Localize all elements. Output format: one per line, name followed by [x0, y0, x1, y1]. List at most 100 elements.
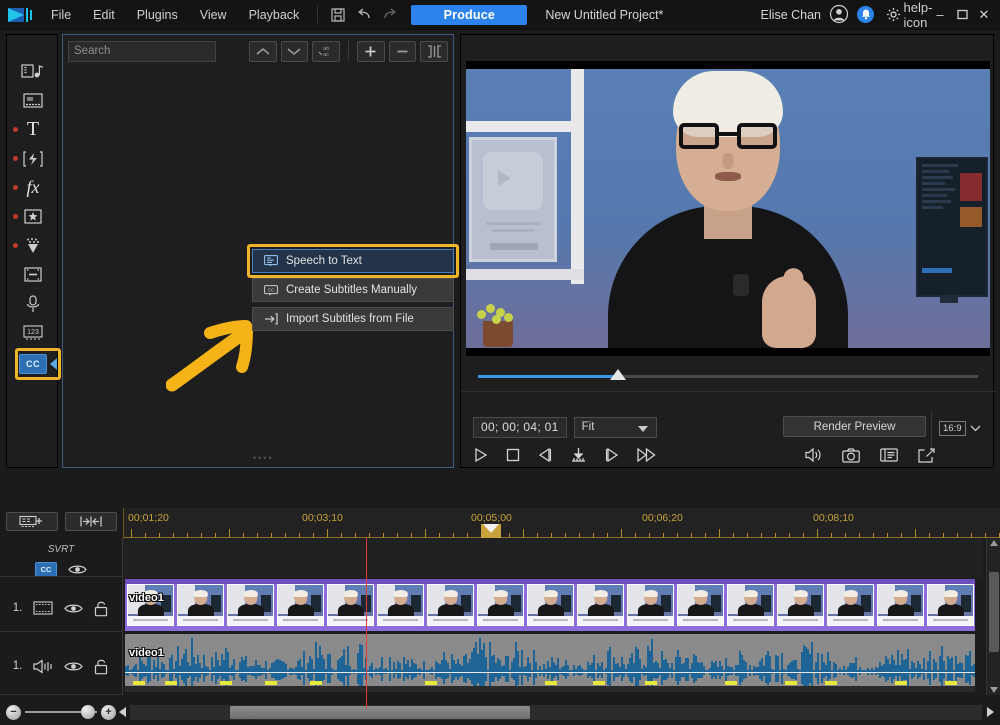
plaque-prop: [469, 137, 557, 262]
video-track-icon[interactable]: [33, 601, 53, 615]
sidebar-item-media-library[interactable]: [7, 57, 59, 86]
prev-frame-icon[interactable]: [537, 447, 553, 463]
scrollbar-thumb[interactable]: [230, 706, 530, 719]
search-input[interactable]: [74, 45, 228, 57]
timeline-vertical-scrollbar[interactable]: [986, 538, 1000, 695]
help-icon[interactable]: help-icon: [908, 2, 928, 28]
maximize-button[interactable]: [952, 2, 972, 28]
timeline-ruler[interactable]: 00;01;20 00;03;10 00;05;00 00;06;20 00;0…: [123, 508, 1000, 538]
sidebar-item-fx[interactable]: fx: [7, 173, 59, 202]
minimize-button[interactable]: –: [930, 2, 950, 28]
unlock-icon[interactable]: [94, 600, 109, 617]
scroll-left-button[interactable]: [116, 707, 128, 717]
ripple-edit-button[interactable]: [65, 512, 117, 531]
sidebar-item-voice-over[interactable]: [7, 289, 59, 318]
audio-track-icon[interactable]: [33, 659, 53, 674]
menu-playback[interactable]: Playback: [238, 0, 311, 30]
unlock-icon[interactable]: [94, 658, 109, 675]
sidebar-item-counter[interactable]: 123: [7, 318, 59, 347]
ruler-label: 00;08;10: [813, 512, 854, 524]
panel-grip[interactable]: ••••: [253, 453, 274, 463]
zoom-out-icon[interactable]: −: [6, 705, 21, 720]
scrubber-handle[interactable]: [610, 369, 626, 380]
svg-text:CC: CC: [267, 287, 274, 292]
menu-file[interactable]: File: [40, 0, 82, 30]
redo-icon[interactable]: [377, 2, 403, 28]
audio-lane-1[interactable]: video1: [123, 634, 983, 695]
bell-icon[interactable]: [857, 6, 874, 23]
thumbnail: [377, 584, 424, 626]
menu-view[interactable]: View: [189, 0, 238, 30]
scroll-right-button[interactable]: [984, 707, 996, 717]
produce-button[interactable]: Produce: [411, 5, 527, 25]
video-lane-1[interactable]: video1: [123, 579, 983, 633]
app-logo-icon[interactable]: [0, 0, 40, 30]
timeline-tracks[interactable]: video1 video1: [123, 538, 983, 695]
scroll-down-icon[interactable]: [990, 687, 998, 693]
eye-icon[interactable]: [64, 602, 83, 615]
split-button[interactable]: [420, 41, 448, 62]
speaker-icon[interactable]: [805, 447, 822, 463]
playhead-handle[interactable]: [481, 524, 501, 539]
render-preview-button[interactable]: Render Preview: [783, 416, 926, 437]
remove-button[interactable]: [389, 41, 417, 62]
eye-icon[interactable]: [68, 563, 87, 576]
menu-item-create-subtitles-manually[interactable]: CC Create Subtitles Manually: [252, 278, 454, 302]
sidebar-item-overlay[interactable]: [7, 202, 59, 231]
close-button[interactable]: ✕: [974, 2, 994, 28]
stop-icon[interactable]: [506, 448, 520, 462]
preview-scrubber[interactable]: [461, 365, 995, 389]
gear-icon[interactable]: [880, 2, 906, 28]
ruler-label: 00;03;10: [302, 512, 343, 524]
video-clip[interactable]: video1: [125, 579, 975, 631]
thumbnail: [927, 584, 974, 626]
person-subject: [598, 69, 858, 348]
user-avatar-icon[interactable]: [829, 4, 851, 26]
audio-clip[interactable]: video1: [125, 634, 975, 692]
video-preview[interactable]: [466, 61, 990, 356]
cc-icon[interactable]: CC: [35, 562, 57, 577]
add-button[interactable]: [357, 41, 385, 62]
sidebar-item-video-effects[interactable]: [7, 86, 59, 115]
split-icon: [427, 45, 442, 58]
next-frame-icon[interactable]: [604, 447, 620, 463]
menu-item-speech-to-text[interactable]: Speech to Text: [252, 249, 454, 273]
menu-edit[interactable]: Edit: [82, 0, 126, 30]
popout-icon[interactable]: [918, 448, 935, 463]
menu-item-import-subtitles-from-file[interactable]: Import Subtitles from File: [252, 307, 454, 331]
fast-forward-icon[interactable]: [637, 447, 656, 463]
undo-icon[interactable]: [351, 2, 377, 28]
sidebar-item-chroma-key[interactable]: [7, 260, 59, 289]
scrollbar-thumb[interactable]: [989, 572, 999, 652]
zoom-slider-handle[interactable]: [81, 705, 95, 719]
thumbnail: [777, 584, 824, 626]
menu-plugins[interactable]: Plugins: [126, 0, 189, 30]
zoom-in-icon[interactable]: +: [101, 705, 116, 720]
scroll-up-icon[interactable]: [990, 540, 998, 546]
move-down-button[interactable]: [281, 41, 309, 62]
track-header-subtitle[interactable]: CC: [0, 557, 122, 581]
sidebar-item-transition[interactable]: [7, 144, 59, 173]
save-icon[interactable]: [325, 2, 351, 28]
move-up-button[interactable]: [249, 41, 277, 62]
spell-check-button[interactable]: ab ac: [312, 41, 340, 62]
timecode-display[interactable]: 00; 00; 04; 01: [473, 417, 567, 438]
list-icon[interactable]: [880, 448, 898, 462]
sidebar-item-subtitle[interactable]: CC: [7, 349, 59, 378]
marker-icon[interactable]: [570, 447, 587, 463]
eye-icon[interactable]: [64, 660, 83, 673]
sidebar-item-particle[interactable]: [7, 231, 59, 260]
search-input-wrapper[interactable]: [68, 41, 216, 62]
subtitle-lane[interactable]: [123, 538, 983, 578]
track-header-audio-1[interactable]: 1.: [0, 635, 122, 697]
aspect-ratio-select[interactable]: 16:9: [939, 418, 989, 438]
track-header-video-1[interactable]: 1.: [0, 581, 122, 635]
track-manager-button[interactable]: [6, 512, 58, 531]
play-icon[interactable]: [473, 447, 489, 463]
zoom-slider[interactable]: [25, 711, 97, 713]
camera-icon[interactable]: [842, 448, 860, 463]
timeline-horizontal-scrollbar[interactable]: [130, 705, 982, 720]
zoom-mode-select[interactable]: Fit: [574, 417, 657, 438]
abc-spellcheck-icon: ab ac: [317, 44, 335, 58]
sidebar-item-title[interactable]: T: [7, 115, 59, 144]
